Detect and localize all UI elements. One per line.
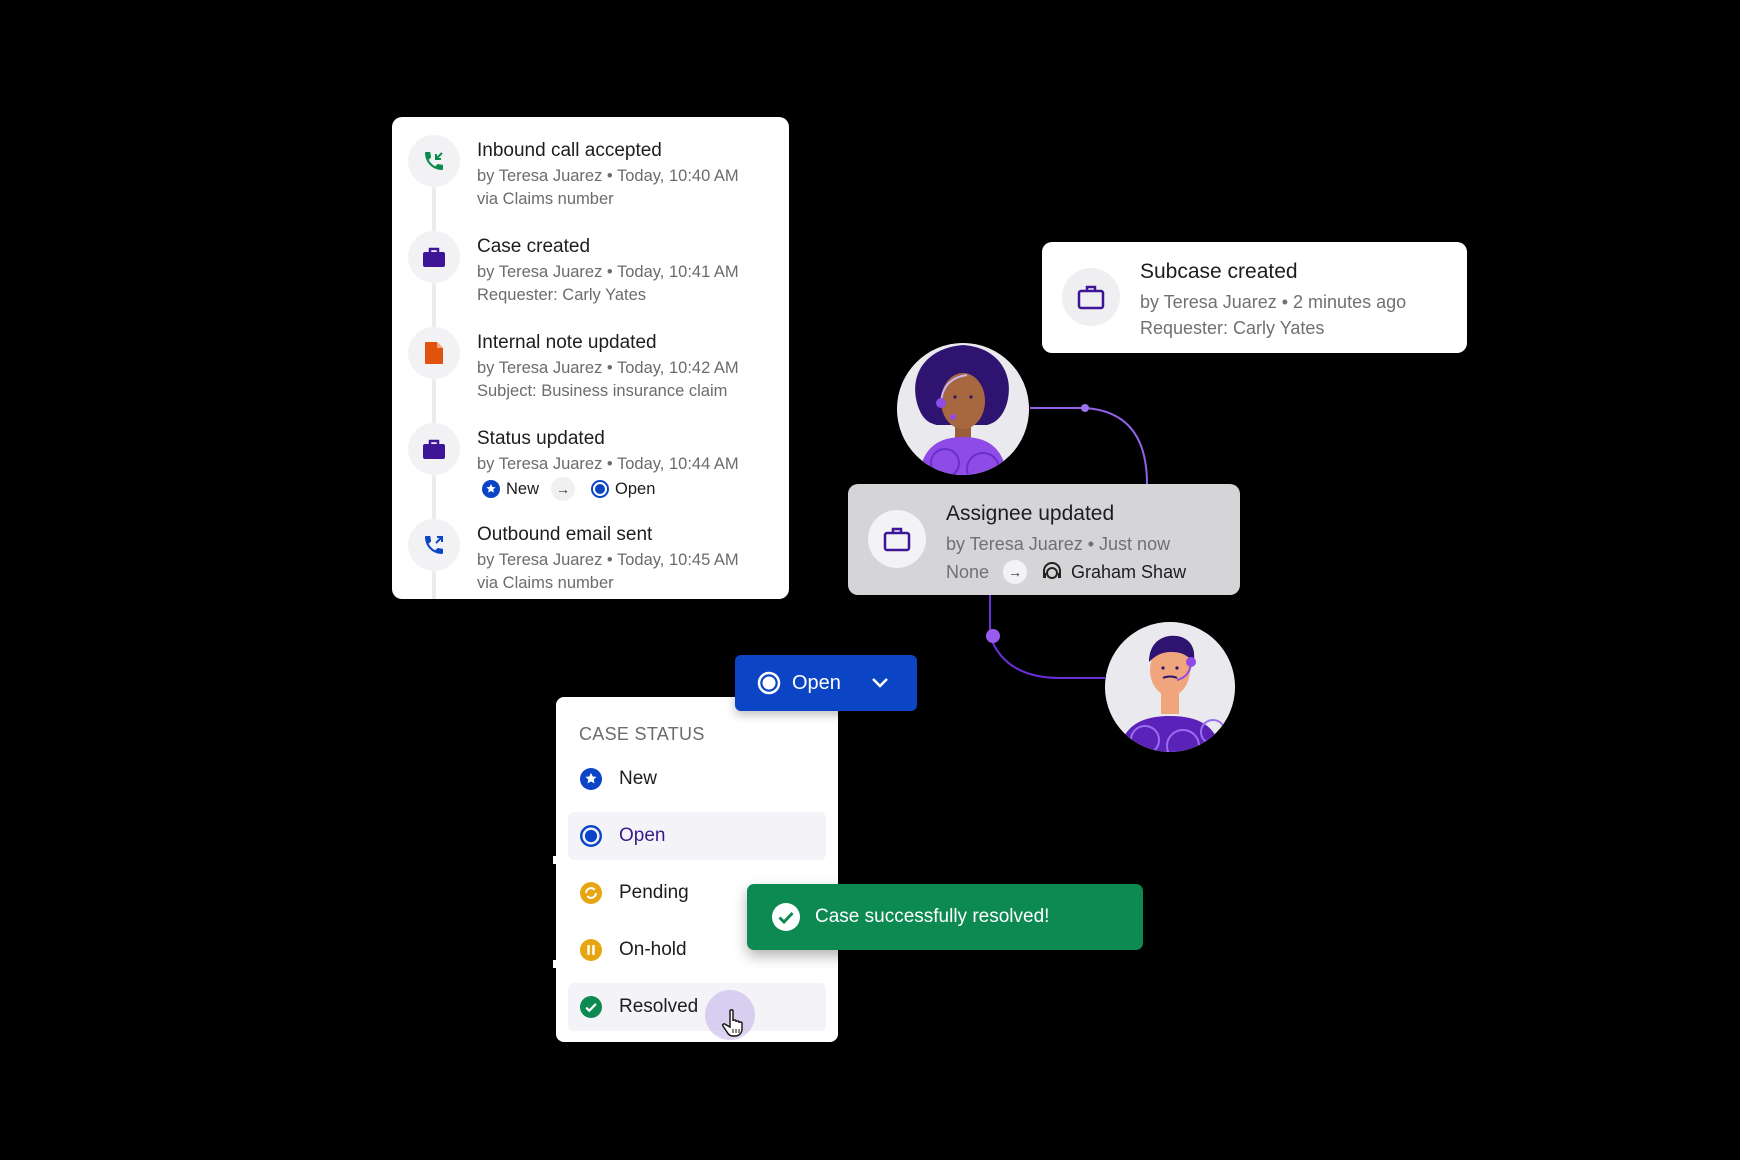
inbound-call-icon xyxy=(408,135,460,187)
open-circle-icon xyxy=(757,671,781,695)
activity-timeline: Inbound call accepted by Teresa Juarez •… xyxy=(392,117,789,599)
timeline-item-title: Outbound email sent xyxy=(477,524,653,545)
timeline-item-title: Status updated xyxy=(477,428,605,449)
status-option-label: Resolved xyxy=(619,996,699,1017)
timeline-item[interactable]: Case created by Teresa Juarez • Today, 1… xyxy=(392,221,789,317)
agent-avatar-female xyxy=(897,343,1029,475)
success-toast: Case successfully resolved! xyxy=(747,884,1143,950)
assignee-from: None xyxy=(946,561,990,582)
subcase-requester: Requester: Carly Yates xyxy=(1140,318,1325,338)
arrow-right-icon: → xyxy=(1003,560,1028,584)
to-status: Open xyxy=(615,479,656,498)
timeline-item-meta: by Teresa Juarez • Today, 10:45 AM xyxy=(477,551,739,569)
chevron-down-icon xyxy=(871,677,889,689)
timeline-item-detail: Subject: Business insurance claim xyxy=(477,382,728,400)
assignee-meta: by Teresa Juarez • Just now xyxy=(946,534,1171,554)
pause-icon xyxy=(579,938,603,962)
arrow-right-icon: → xyxy=(551,477,576,501)
check-circle-icon xyxy=(771,902,801,932)
timeline-item-meta: by Teresa Juarez • Today, 10:41 AM xyxy=(477,263,739,281)
timeline-item-meta: by Teresa Juarez • Today, 10:40 AM xyxy=(477,167,739,185)
status-option-resolved[interactable]: Resolved xyxy=(568,983,826,1031)
assignee-change: None → Graham Shaw xyxy=(946,560,1186,584)
timeline-item-meta: by Teresa Juarez • Today, 10:42 AM xyxy=(477,359,739,377)
status-change: New → Open xyxy=(482,477,655,501)
status-option-new[interactable]: New xyxy=(568,755,826,803)
assignee-title: Assignee updated xyxy=(946,502,1115,525)
briefcase-outline-icon xyxy=(868,510,926,568)
timeline-item-detail: via Claims number xyxy=(477,574,614,592)
open-circle-icon xyxy=(591,480,610,498)
briefcase-outline-icon xyxy=(1062,268,1120,326)
check-icon xyxy=(579,995,603,1019)
connector-top xyxy=(1030,407,1148,485)
status-option-label: New xyxy=(619,768,658,789)
agent-headset-icon xyxy=(1041,561,1063,583)
assignee-to: Graham Shaw xyxy=(1071,561,1187,582)
status-dropdown-button[interactable]: Open xyxy=(735,655,917,711)
outbound-call-icon xyxy=(408,519,460,571)
timeline-item[interactable]: Internal note updated by Teresa Juarez •… xyxy=(392,317,789,413)
status-option-label: Pending xyxy=(619,882,689,903)
briefcase-icon xyxy=(408,423,460,475)
status-option-open[interactable]: Open xyxy=(568,812,826,860)
from-status: New xyxy=(506,479,540,498)
resize-handle[interactable] xyxy=(553,960,557,968)
star-icon xyxy=(482,480,500,498)
timeline-item-title: Case created xyxy=(477,236,591,257)
case-status-menu: CASE STATUS New Open Pending On-hold Res… xyxy=(556,697,838,1042)
connector-dot-top xyxy=(1081,404,1089,412)
star-icon xyxy=(579,767,603,791)
case-status-heading: CASE STATUS xyxy=(579,724,705,744)
timeline-item[interactable]: Outbound email sent by Teresa Juarez • T… xyxy=(392,509,789,599)
briefcase-icon xyxy=(408,231,460,283)
timeline-item-title: Internal note updated xyxy=(477,332,657,353)
subcase-meta: by Teresa Juarez • 2 minutes ago xyxy=(1140,292,1407,312)
open-circle-icon xyxy=(579,824,603,848)
connector-bottom xyxy=(989,595,1105,679)
agent-avatar-male xyxy=(1105,622,1235,752)
pending-icon xyxy=(579,881,603,905)
timeline-item-detail: Requester: Carly Yates xyxy=(477,286,647,304)
subcase-title: Subcase created xyxy=(1140,260,1298,283)
timeline-item[interactable]: Status updated by Teresa Juarez • Today,… xyxy=(392,413,789,509)
status-button-label: Open xyxy=(792,671,841,694)
subcase-card[interactable]: Subcase created by Teresa Juarez • 2 min… xyxy=(1042,242,1467,353)
connector-dot-bottom xyxy=(986,629,1000,643)
timeline-item-detail: via Claims number xyxy=(477,190,614,208)
status-option-label: On-hold xyxy=(619,939,687,960)
timeline-item-meta: by Teresa Juarez • Today, 10:44 AM xyxy=(477,455,739,473)
toast-message: Case successfully resolved! xyxy=(815,906,1050,927)
resize-handle[interactable] xyxy=(553,856,557,864)
assignee-card[interactable]: Assignee updated by Teresa Juarez • Just… xyxy=(848,484,1240,595)
note-icon xyxy=(408,327,460,379)
timeline-item[interactable]: Inbound call accepted by Teresa Juarez •… xyxy=(392,125,789,221)
status-option-label: Open xyxy=(619,825,666,846)
timeline-item-title: Inbound call accepted xyxy=(477,140,662,161)
hand-cursor-icon xyxy=(722,1009,743,1037)
